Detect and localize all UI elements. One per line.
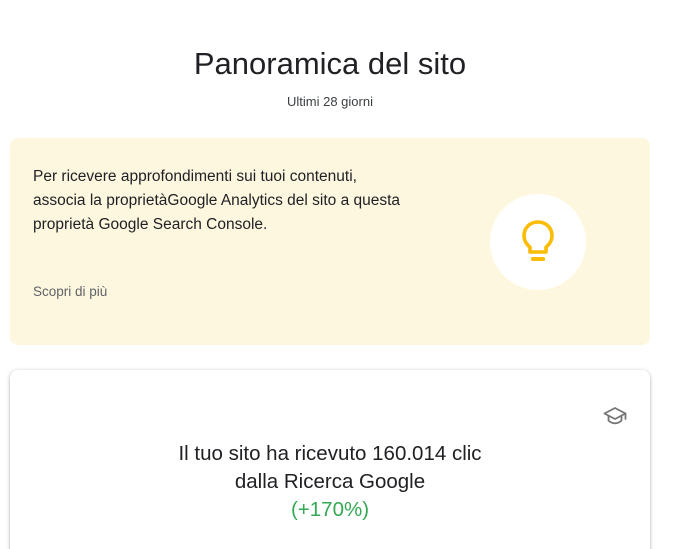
clicks-summary: Il tuo sito ha ricevuto 160.014 clic dal… (10, 440, 650, 524)
graduation-cap-icon[interactable] (603, 406, 627, 426)
clicks-summary-line2: dalla Ricerca Google (234, 470, 426, 493)
clicks-summary-card: Il tuo sito ha ricevuto 160.014 clic dal… (10, 370, 650, 549)
insight-message: Per ricevere approfondimenti sui tuoi co… (33, 168, 401, 233)
page-title: Panoramica del sito (193, 46, 467, 81)
date-range-label: Ultimi 28 giorni (287, 94, 373, 109)
lightbulb-badge (490, 194, 586, 290)
clicks-summary-line1: Il tuo sito ha ricevuto 160.014 clic (178, 442, 482, 465)
learn-more-link[interactable]: Scopri di più (33, 284, 107, 299)
lightbulb-icon (522, 220, 554, 261)
site-overview-page: Panoramica del sito Ultimi 28 giorni Per… (0, 0, 681, 549)
analytics-insight-card: Per ricevere approfondimenti sui tuoi co… (10, 138, 650, 345)
clicks-change-percent: (+170%) (290, 498, 370, 521)
